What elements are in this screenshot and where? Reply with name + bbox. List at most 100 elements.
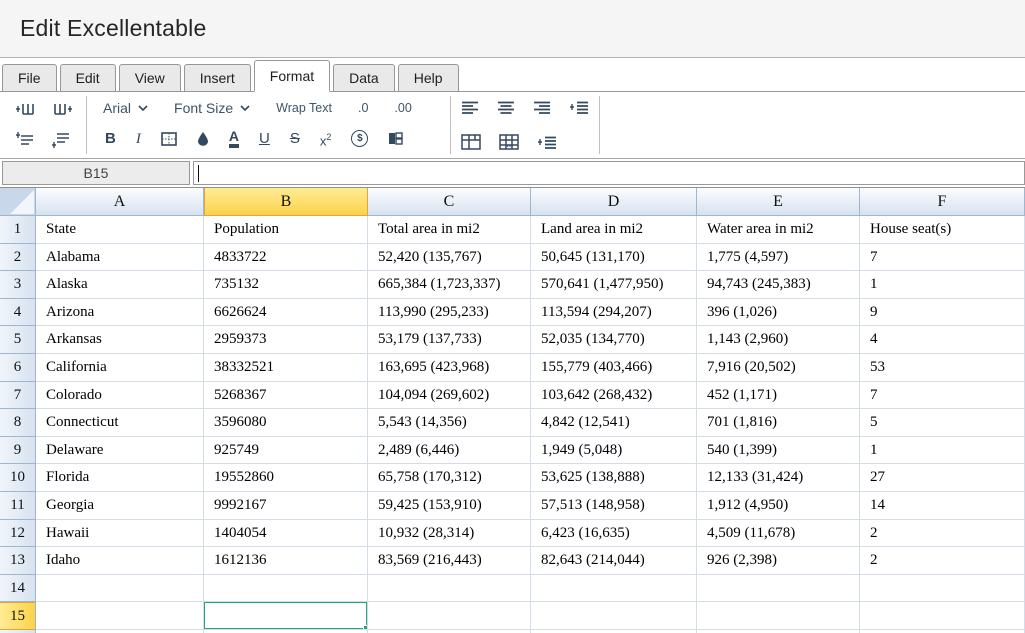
column-header-D[interactable]: D — [531, 188, 697, 216]
column-header-B[interactable]: B — [204, 188, 368, 216]
cell-C2[interactable]: 52,420 (135,767) — [368, 244, 531, 272]
cell-B14[interactable] — [204, 575, 368, 603]
align-right-icon[interactable] — [533, 100, 551, 114]
cell-E5[interactable]: 1,143 (2,960) — [697, 326, 860, 354]
cell-F8[interactable]: 5 — [860, 409, 1025, 437]
borders-icon[interactable] — [161, 132, 177, 146]
cell-C12[interactable]: 10,932 (28,314) — [368, 520, 531, 548]
text-color-button[interactable]: A — [229, 130, 239, 148]
bold-button[interactable]: B — [105, 130, 116, 148]
cell-C4[interactable]: 113,990 (295,233) — [368, 299, 531, 327]
cell-E11[interactable]: 1,912 (4,950) — [697, 492, 860, 520]
row-header-2[interactable]: 2 — [0, 244, 36, 272]
tab-help[interactable]: Help — [398, 64, 459, 92]
wrap-text-button[interactable]: Wrap Text — [276, 101, 332, 115]
tab-file[interactable]: File — [2, 64, 57, 92]
cell-D14[interactable] — [531, 575, 697, 603]
cell-D5[interactable]: 52,035 (134,770) — [531, 326, 697, 354]
row-header-1[interactable]: 1 — [0, 216, 36, 244]
cell-C10[interactable]: 65,758 (170,312) — [368, 464, 531, 492]
cell-E9[interactable]: 540 (1,399) — [697, 437, 860, 465]
cell-F5[interactable]: 4 — [860, 326, 1025, 354]
insert-row-above-icon[interactable] — [15, 131, 37, 149]
row-header-13[interactable]: 13 — [0, 547, 36, 575]
indent-decrease-icon[interactable] — [537, 135, 557, 149]
cell-E10[interactable]: 12,133 (31,424) — [697, 464, 860, 492]
column-header-E[interactable]: E — [697, 188, 860, 216]
cell-A9[interactable]: Delaware — [36, 437, 204, 465]
cell-B8[interactable]: 3596080 — [204, 409, 368, 437]
cell-E6[interactable]: 7,916 (20,502) — [697, 354, 860, 382]
tab-insert[interactable]: Insert — [184, 64, 251, 92]
cell-A2[interactable]: Alabama — [36, 244, 204, 272]
cell-B3[interactable]: 735132 — [204, 271, 368, 299]
cell-C8[interactable]: 5,543 (14,356) — [368, 409, 531, 437]
cell-E13[interactable]: 926 (2,398) — [697, 547, 860, 575]
cell-F14[interactable] — [860, 575, 1025, 603]
cell-B11[interactable]: 9992167 — [204, 492, 368, 520]
cell-B6[interactable]: 38332521 — [204, 354, 368, 382]
cell-D13[interactable]: 82,643 (214,044) — [531, 547, 697, 575]
cell-A4[interactable]: Arizona — [36, 299, 204, 327]
cell-C9[interactable]: 2,489 (6,446) — [368, 437, 531, 465]
cell-D8[interactable]: 4,842 (12,541) — [531, 409, 697, 437]
cell-C7[interactable]: 104,094 (269,602) — [368, 382, 531, 410]
cell-A6[interactable]: California — [36, 354, 204, 382]
select-all-corner[interactable] — [0, 188, 36, 216]
cell-B15[interactable] — [204, 602, 368, 630]
cell-F6[interactable]: 53 — [860, 354, 1025, 382]
cell-F11[interactable]: 14 — [860, 492, 1025, 520]
cell-D15[interactable] — [531, 602, 697, 630]
cell-C11[interactable]: 59,425 (153,910) — [368, 492, 531, 520]
cell-C1[interactable]: Total area in mi2 — [368, 216, 531, 244]
cell-F10[interactable]: 27 — [860, 464, 1025, 492]
column-header-A[interactable]: A — [36, 188, 204, 216]
strikethrough-button[interactable]: S — [290, 130, 300, 148]
cell-A13[interactable]: Idaho — [36, 547, 204, 575]
cell-F15[interactable] — [860, 602, 1025, 630]
font-family-dropdown[interactable]: Arial — [103, 100, 148, 116]
cell-E12[interactable]: 4,509 (11,678) — [697, 520, 860, 548]
cell-C6[interactable]: 163,695 (423,968) — [368, 354, 531, 382]
cell-E8[interactable]: 701 (1,816) — [697, 409, 860, 437]
row-header-15[interactable]: 15 — [0, 602, 36, 630]
cell-B9[interactable]: 925749 — [204, 437, 368, 465]
cell-D12[interactable]: 6,423 (16,635) — [531, 520, 697, 548]
indent-increase-icon[interactable] — [569, 100, 589, 114]
insert-column-right-icon[interactable] — [51, 101, 73, 119]
cell-B5[interactable]: 2959373 — [204, 326, 368, 354]
insert-column-left-icon[interactable] — [15, 101, 37, 119]
cell-B10[interactable]: 19552860 — [204, 464, 368, 492]
merge-cells-icon[interactable] — [461, 134, 481, 150]
cell-C13[interactable]: 83,569 (216,443) — [368, 547, 531, 575]
row-header-3[interactable]: 3 — [0, 271, 36, 299]
cell-F1[interactable]: House seat(s) — [860, 216, 1025, 244]
cell-E4[interactable]: 396 (1,026) — [697, 299, 860, 327]
row-header-8[interactable]: 8 — [0, 409, 36, 437]
cell-C5[interactable]: 53,179 (137,733) — [368, 326, 531, 354]
cell-B1[interactable]: Population — [204, 216, 368, 244]
currency-icon[interactable]: $ — [351, 130, 368, 147]
underline-button[interactable]: U — [259, 130, 270, 148]
decimal-decrease-button[interactable]: .0 — [358, 101, 368, 115]
cell-D4[interactable]: 113,594 (294,207) — [531, 299, 697, 327]
cell-E3[interactable]: 94,743 (245,383) — [697, 271, 860, 299]
cell-B13[interactable]: 1612136 — [204, 547, 368, 575]
row-header-10[interactable]: 10 — [0, 464, 36, 492]
cell-B4[interactable]: 6626624 — [204, 299, 368, 327]
cell-A10[interactable]: Florida — [36, 464, 204, 492]
cell-A15[interactable] — [36, 602, 204, 630]
cell-F4[interactable]: 9 — [860, 299, 1025, 327]
align-left-icon[interactable] — [461, 100, 479, 114]
cell-A8[interactable]: Connecticut — [36, 409, 204, 437]
align-center-icon[interactable] — [497, 100, 515, 114]
decimal-increase-button[interactable]: .00 — [394, 101, 411, 115]
tab-format[interactable]: Format — [254, 60, 330, 92]
cell-D6[interactable]: 155,779 (403,466) — [531, 354, 697, 382]
font-size-dropdown[interactable]: Font Size — [174, 100, 250, 116]
insert-row-below-icon[interactable] — [51, 131, 73, 149]
cell-F7[interactable]: 7 — [860, 382, 1025, 410]
cell-C14[interactable] — [368, 575, 531, 603]
cell-C3[interactable]: 665,384 (1,723,337) — [368, 271, 531, 299]
cell-C15[interactable] — [368, 602, 531, 630]
